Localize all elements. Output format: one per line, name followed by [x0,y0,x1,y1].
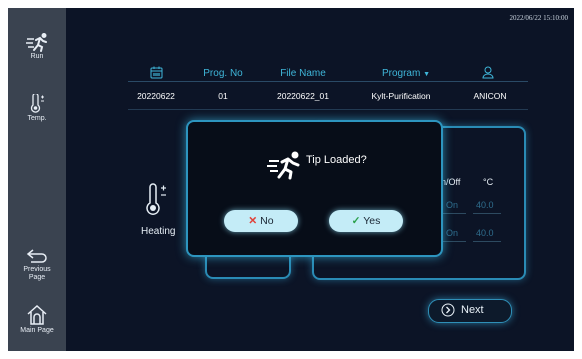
run-label: Run [30,53,44,60]
previous-page-label: Previous Page [23,266,51,281]
cell-program: Kylt-Purification [371,91,431,101]
temp-unit-header: °C [483,177,494,187]
header-file-name: File Name [280,68,326,79]
next-button[interactable]: Next [428,299,512,323]
yes-button[interactable]: ✓ Yes [329,210,403,232]
user-icon [482,66,494,79]
no-label: No [260,215,274,227]
row1-state-underline [442,213,466,214]
yes-label: Yes [363,215,381,227]
sidebar: Run Temp. Previous Page Main Page [8,8,66,351]
row1-value[interactable]: 40.0 [476,200,494,210]
run-button[interactable]: Run [8,32,66,61]
datetime: 2022/06/22 15:10:00 [509,14,568,22]
heating-label: Heating [141,226,176,237]
next-label: Next [461,304,484,316]
sort-down-icon: ▼ [423,71,431,78]
main-page-button[interactable]: Main Page [8,304,66,335]
previous-page-button[interactable]: Previous Page [8,247,66,282]
header-program-label: Program [381,68,421,79]
header-separator [128,81,528,82]
heating-thermometer-icon [146,183,166,215]
home-icon [27,304,47,325]
cell-date: 20220622 [137,91,175,101]
header-program[interactable]: Program ▼ [371,68,441,79]
row-separator [128,109,528,110]
header-prog-no: Prog. No [203,68,243,79]
tip-loaded-dialog: Tip Loaded? ✕ No ✓ Yes [186,120,443,257]
main-content: 2022/06/22 15:10:00 Prog. No File Name P… [66,8,574,351]
cell-file-name: 20220622_01 [276,91,329,101]
temp-button[interactable]: Temp. [8,94,66,123]
row2-value-underline [473,241,501,242]
onoff-header: n/Off [441,177,461,187]
close-icon: ✕ [248,215,258,227]
thermometer-icon [30,94,44,113]
row1-value-underline [473,213,501,214]
row2-state[interactable]: On [446,228,458,238]
back-arrow-icon [26,249,47,263]
cell-prog-no: 01 [218,91,228,101]
running-person-icon [267,151,300,180]
main-page-label: Main Page [20,327,54,334]
check-icon: ✓ [351,215,361,227]
screen: Run Temp. Previous Page Main Page 2022/0… [8,8,574,351]
cell-user: ANICON [473,91,507,101]
running-person-icon [26,33,47,52]
row2-state-underline [442,241,466,242]
row2-value[interactable]: 40.0 [476,228,494,238]
calendar-icon [150,66,163,79]
row1-state[interactable]: On [446,200,458,210]
temp-label: Temp. [27,115,47,122]
dialog-title: Tip Loaded? [306,154,367,166]
chevron-right-icon [441,303,455,320]
no-button[interactable]: ✕ No [224,210,298,232]
